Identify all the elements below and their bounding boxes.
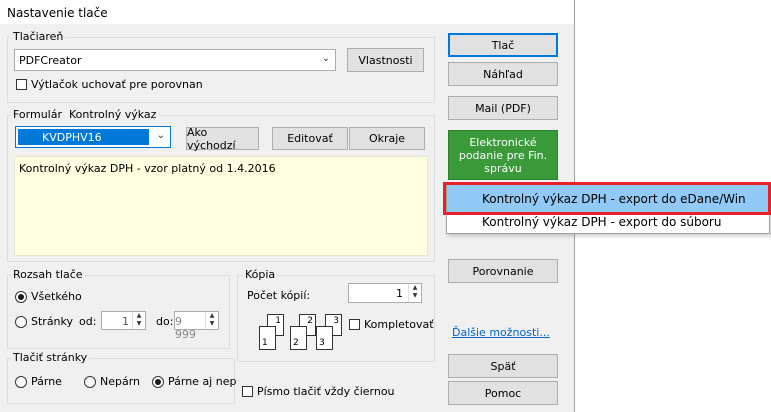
range-from-label: od: — [79, 315, 97, 328]
chevron-down-icon: ⌄ — [156, 130, 165, 141]
copies-count-spinner[interactable]: 1 ▲ ▼ — [348, 283, 422, 303]
copies-count-label: Počet kópií: — [247, 289, 311, 302]
set-default-button[interactable]: Ako východzí — [186, 125, 259, 152]
printer-select-value: PDFCreator — [19, 54, 82, 67]
properties-button-label: Vlastnosti — [358, 53, 413, 67]
range-all-label: Všetkého — [31, 290, 82, 303]
range-to-spinner[interactable]: 9 999 ▲ ▼ — [174, 311, 219, 341]
print-button-label: Tlač — [491, 38, 515, 52]
popup-menu-item-file[interactable]: Kontrolný výkaz DPH - export do súboru — [447, 213, 769, 233]
efiling-button[interactable]: Elektronické podanie pre Fin. správu — [448, 130, 558, 180]
print-range-group-label: Rozsah tlače — [11, 268, 85, 281]
back-button-label: Späť — [490, 359, 516, 373]
collate-page-number: 1 — [275, 316, 281, 326]
compare-button-label: Porovnanie — [472, 264, 534, 278]
printer-select[interactable]: PDFCreator ⌄ — [14, 49, 336, 71]
highlight-rectangle — [443, 182, 771, 215]
range-from-value: 1 — [122, 315, 129, 328]
collate-label: Kompletovať — [364, 318, 434, 331]
mail-pdf-button[interactable]: Mail (PDF) — [448, 96, 558, 120]
collate-page-number: 2 — [307, 316, 313, 326]
preview-button[interactable]: Náhľad — [448, 62, 558, 86]
preview-button-label: Náhľad — [483, 67, 523, 81]
collate-checkbox[interactable] — [349, 319, 360, 330]
window-title: Nastavenie tlače — [7, 6, 108, 20]
keep-copy-label: Výtlačok uchovať pre porovnan — [31, 78, 203, 91]
keep-copy-checkbox[interactable] — [16, 79, 27, 90]
collate-page-number: 3 — [319, 338, 325, 348]
form-description-box: Kontrolný výkaz DPH - vzor platný od 1.4… — [14, 156, 428, 256]
efiling-button-label: Elektronické podanie pre Fin. správu — [458, 135, 548, 175]
pages-even-label: Nepárn — [100, 375, 141, 388]
form-description-text: Kontrolný výkaz DPH - vzor platný od 1.4… — [19, 162, 276, 175]
title-bar[interactable]: Nastavenie tlače — [0, 0, 574, 24]
margins-button-label: Okraje — [368, 132, 406, 145]
spinner-arrows-icon[interactable]: ▲ ▼ — [408, 284, 421, 302]
edit-button[interactable]: Editovať — [272, 127, 348, 150]
range-pages-radio[interactable] — [15, 316, 27, 328]
compare-button[interactable]: Porovnanie — [448, 259, 558, 283]
help-button-label: Pomoc — [484, 386, 522, 400]
back-button[interactable]: Späť — [448, 354, 558, 378]
spinner-arrows-icon[interactable]: ▲ ▼ — [132, 312, 145, 329]
collate-page-number: 2 — [293, 338, 299, 348]
spinner-arrows-icon[interactable]: ▲ ▼ — [205, 312, 218, 329]
chevron-down-icon: ⌄ — [321, 53, 330, 64]
more-options-link[interactable]: Ďalšie možnosti... — [452, 326, 550, 339]
edit-button-label: Editovať — [287, 132, 333, 145]
range-to-value: 9 999 — [175, 315, 196, 341]
pages-even-radio[interactable] — [84, 376, 96, 388]
popup-menu-item-file-label: Kontrolný výkaz DPH - export do súboru — [482, 215, 722, 229]
range-to-label: do: — [156, 315, 174, 328]
properties-button[interactable]: Vlastnosti — [347, 48, 424, 72]
range-from-spinner[interactable]: 1 ▲ ▼ — [101, 311, 146, 330]
collate-illustration-icon: 1 1 2 2 3 3 — [247, 312, 343, 354]
pages-both-radio[interactable] — [152, 376, 164, 388]
form-select-value: KVDPHV16 — [42, 131, 102, 144]
help-button[interactable]: Pomoc — [448, 381, 558, 405]
collate-page-number: 3 — [333, 316, 339, 326]
print-button[interactable]: Tlač — [448, 33, 558, 57]
range-pages-label: Stránky — [31, 315, 74, 328]
form-select[interactable]: KVDPHV16 ⌄ — [15, 126, 171, 148]
range-all-radio[interactable] — [15, 291, 27, 303]
copies-group-label: Kópia — [243, 268, 278, 281]
set-default-button-label: Ako východzí — [187, 125, 236, 152]
mail-pdf-button-label: Mail (PDF) — [475, 101, 531, 115]
black-font-checkbox[interactable] — [242, 386, 253, 397]
print-pages-group-label: Tlačiť stránky — [11, 351, 90, 364]
pages-both-label: Párne aj nep — [168, 375, 237, 388]
pages-odd-label: Párne — [31, 375, 62, 388]
black-font-label: Písmo tlačiť vždy čiernou — [257, 385, 395, 398]
printer-group-label: Tlačiareň — [11, 30, 66, 43]
pages-odd-radio[interactable] — [15, 376, 27, 388]
form-group-label: Formulár Kontrolný výkaz — [11, 108, 159, 121]
collate-page-number: 1 — [262, 338, 268, 348]
copies-count-value: 1 — [396, 287, 403, 300]
margins-button[interactable]: Okraje — [349, 127, 425, 150]
